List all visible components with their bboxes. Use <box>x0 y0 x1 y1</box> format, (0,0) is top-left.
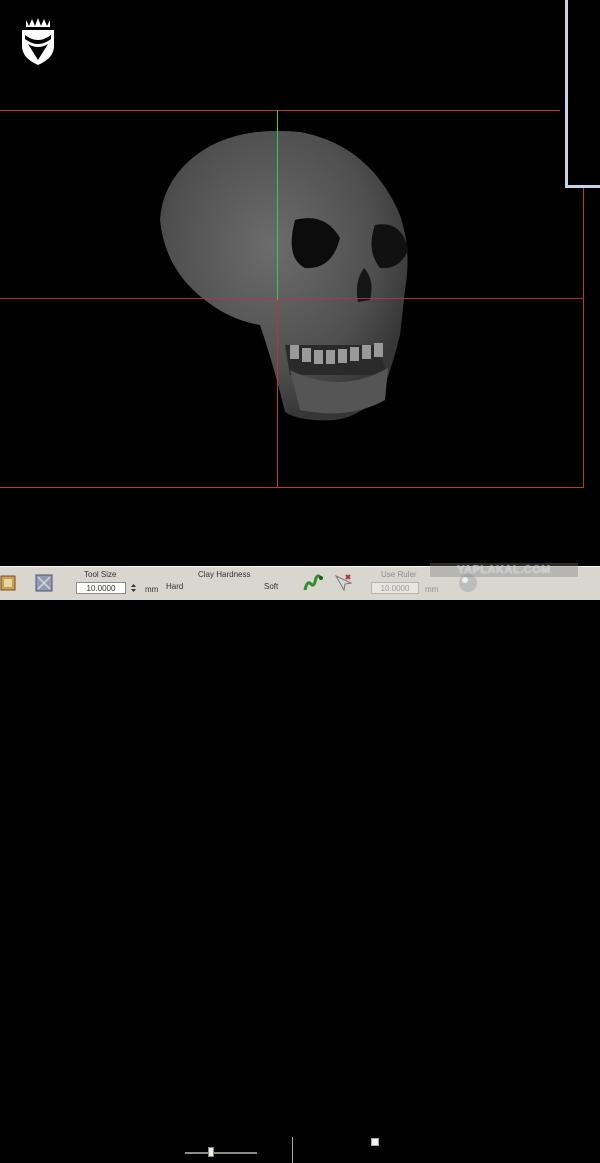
skull-3d-model[interactable] <box>150 120 420 430</box>
clay-hardness-label: Clay Hardness <box>198 570 251 579</box>
tool-size-label: Tool Size <box>84 570 117 579</box>
watermark-text: YAPLAKAL.COM <box>430 563 578 577</box>
university-crest-icon <box>22 18 54 65</box>
tool-size-input[interactable]: 10.0000 <box>76 582 126 594</box>
preview-panel <box>565 0 600 188</box>
use-ruler-label: Use Ruler <box>381 570 417 579</box>
clay-hardness-max-label: Soft <box>264 582 279 591</box>
tool-icon-1[interactable] <box>0 572 20 594</box>
active-axis-line <box>277 110 278 300</box>
guide-line-middle <box>0 298 584 299</box>
ruler-length-unit: mm <box>425 585 439 594</box>
guide-line-right <box>583 188 584 488</box>
toolbar-separator <box>292 1137 293 1163</box>
guide-line-top <box>0 110 560 111</box>
tool-icon-2[interactable] <box>34 572 54 594</box>
arrow-cursor-tool-icon[interactable] <box>332 572 354 594</box>
worm-tool-icon[interactable] <box>302 572 324 594</box>
clay-hardness-slider-thumb[interactable] <box>208 1147 215 1157</box>
guide-line-bottom <box>0 487 584 488</box>
clay-hardness-min-label: Hard <box>166 582 184 591</box>
ruler-length-input[interactable]: 10.0000 <box>371 582 419 594</box>
use-ruler-checkbox[interactable] <box>371 1138 379 1146</box>
3d-viewport[interactable] <box>0 0 600 566</box>
tool-size-unit: mm <box>145 585 159 594</box>
clay-hardness-slider[interactable] <box>185 1152 257 1154</box>
tool-size-spinner[interactable] <box>130 582 137 594</box>
